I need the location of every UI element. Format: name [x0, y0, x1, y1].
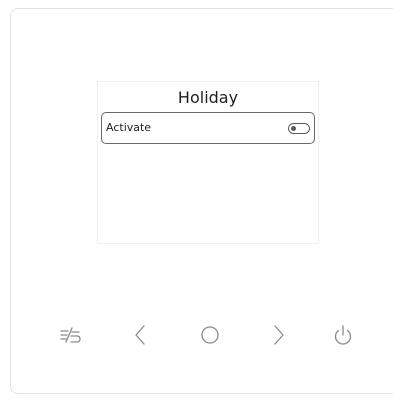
page: Holiday Activate [0, 0, 393, 401]
circle-icon [201, 326, 219, 344]
screen-title: Holiday [177, 88, 239, 107]
power-button[interactable] [328, 320, 358, 350]
ok-button[interactable] [195, 320, 225, 350]
power-icon [334, 325, 352, 345]
mode-icon [60, 327, 81, 343]
activate-toggle[interactable] [288, 123, 310, 134]
chevron-right-icon [274, 325, 284, 345]
menu-item-activate[interactable]: Activate [101, 112, 315, 144]
chevron-left-icon [135, 325, 145, 345]
menu-item-label: Activate [106, 121, 152, 134]
toggle-knob [291, 126, 296, 131]
right-button[interactable] [264, 320, 294, 350]
left-button[interactable] [125, 320, 155, 350]
mode-button[interactable] [56, 320, 86, 350]
display-screen: Holiday Activate [97, 81, 319, 244]
